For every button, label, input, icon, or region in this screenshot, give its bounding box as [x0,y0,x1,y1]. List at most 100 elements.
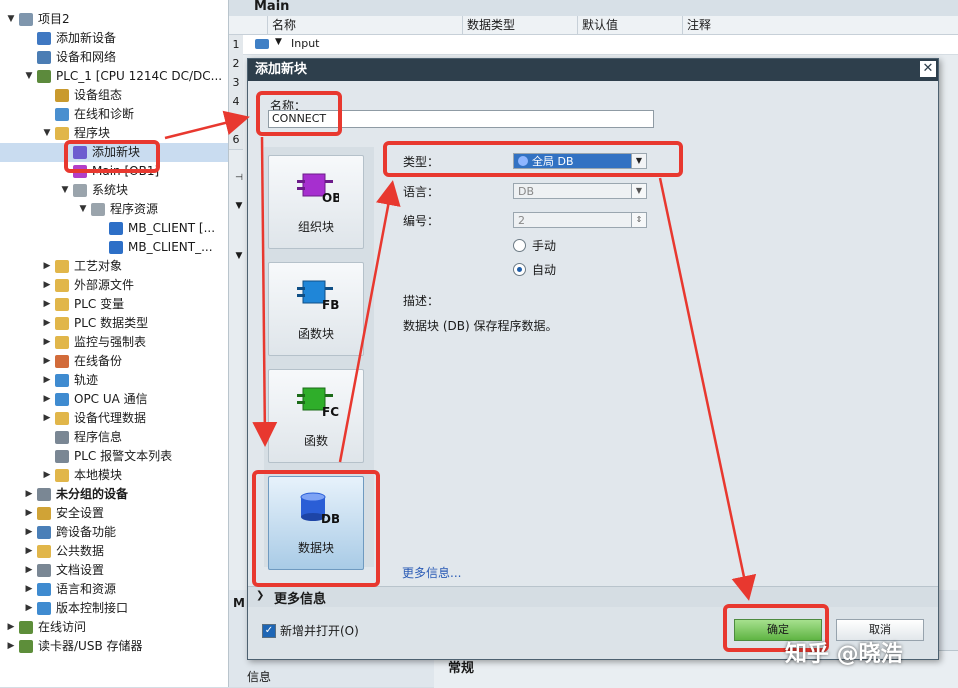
tree-toggle-icon[interactable]: ▶ [42,409,52,428]
column-header-datatype[interactable]: 数据类型 [462,16,582,34]
tree-item[interactable]: ▶ 未分组的设备 [0,485,228,504]
tree-item[interactable]: ▶ OPC UA 通信 [0,390,228,409]
chevron-down-icon[interactable]: ▼ [631,184,646,198]
tree-item-icon [55,450,69,463]
project-tree[interactable]: ▼ 项目2 添加新设备 设备和网络 ▼ PLC_1 [CPU 1214C DC/DC...… [0,0,229,687]
tree-item-icon [37,564,51,577]
expand-arrow-icon[interactable]: ▼ [229,246,249,266]
tree-item-label: 设备组态 [74,88,123,102]
tree-toggle-icon[interactable]: ▶ [42,352,52,371]
tree-item[interactable]: MB_CLIENT [... [0,219,228,238]
tree-item[interactable]: ▶ 工艺对象 [0,257,228,276]
tree-item[interactable]: ▶ 安全设置 [0,504,228,523]
tree-toggle-icon[interactable]: ▶ [24,542,34,561]
tree-item[interactable]: ▶ 文档设置 [0,561,228,580]
tree-toggle-icon[interactable]: ▶ [6,618,16,637]
expand-arrow-icon[interactable]: ▼ [229,196,249,216]
tree-item[interactable]: PLC 报警文本列表 [0,447,228,466]
tree-item-icon [55,374,69,387]
tree-item[interactable]: MB_CLIENT_... [0,238,228,257]
radio-auto[interactable]: 自动 [513,261,556,278]
close-icon[interactable]: ✕ [920,61,936,77]
tree-item[interactable]: ▶ 在线访问 [0,618,228,637]
table-row[interactable]: ▼ Input [243,35,958,55]
tree-toggle-icon[interactable]: ▶ [42,371,52,390]
tree-toggle-icon[interactable]: ▼ [42,124,52,143]
add-and-open-label[interactable]: 新增并打开(O) [280,622,359,639]
column-header-default[interactable]: 默认值 [577,16,687,34]
more-info-bar[interactable]: ❯ 更多信息 [248,586,938,608]
tree-toggle-icon[interactable]: ▼ [78,200,88,219]
column-header-name[interactable]: 名称 [267,16,467,34]
tree-toggle-icon[interactable]: ▼ [24,67,34,86]
tree-item[interactable]: ▶ PLC 变量 [0,295,228,314]
tree-toggle-icon[interactable]: ▶ [24,523,34,542]
tree-toggle-icon[interactable]: ▶ [24,561,34,580]
tree-toggle-icon[interactable]: ▶ [42,466,52,485]
add-and-open-checkbox[interactable]: ✓ [262,624,276,638]
tree-item[interactable]: ▶ 本地模块 [0,466,228,485]
description-text: 数据块 (DB) 保存程序数据。 [403,319,558,333]
tree-toggle-icon[interactable]: ▶ [42,276,52,295]
tree-item-icon [109,222,123,235]
tree-toggle-icon[interactable]: ▶ [24,580,34,599]
tree-toggle-icon[interactable]: ▶ [42,295,52,314]
tile-organization-block[interactable]: OB 组织块 [268,155,364,249]
column-header-comment[interactable]: 注释 [682,16,957,34]
tree-toggle-icon[interactable]: ▶ [24,599,34,618]
tree-item[interactable]: 添加新设备 [0,29,228,48]
tree-item[interactable]: ▶ 在线备份 [0,352,228,371]
tree-item-icon [55,317,69,330]
tree-item[interactable]: ▼ PLC_1 [CPU 1214C DC/DC... [0,67,228,86]
more-info-link[interactable]: 更多信息... [402,564,461,581]
ob-block-icon: OB [297,173,339,204]
tree-item[interactable]: ▼ 系统块 [0,181,228,200]
tree-item[interactable]: 设备和网络 [0,48,228,67]
tree-item[interactable]: ▶ 语言和资源 [0,580,228,599]
tree-item[interactable]: ▶ 外部源文件 [0,276,228,295]
tree-toggle-icon[interactable]: ▶ [42,257,52,276]
language-select[interactable]: DB ▼ [513,183,647,199]
tree-item[interactable]: ▼ 项目2 [0,10,228,29]
tree-toggle-icon[interactable]: ▶ [24,485,34,504]
tree-item[interactable]: ▶ PLC 数据类型 [0,314,228,333]
tree-item[interactable]: ▶ 设备代理数据 [0,409,228,428]
tree-item[interactable]: ▶ 跨设备功能 [0,523,228,542]
stepper-arrows-icon[interactable]: ⇕ [631,213,646,227]
tile-function[interactable]: FC 函数 [268,369,364,463]
language-label: 语言： [403,185,440,199]
tree-toggle-icon[interactable]: ▼ [6,10,16,29]
tree-toggle-icon[interactable]: ▶ [24,504,34,523]
tree-item-label: MB_CLIENT_... [128,240,213,254]
tree-item[interactable]: ▶ 监控与强制表 [0,333,228,352]
radio-button[interactable] [513,263,526,276]
tree-item[interactable]: ▼ 程序资源 [0,200,228,219]
tree-item[interactable]: 设备组态 [0,86,228,105]
tree-item[interactable]: 程序信息 [0,428,228,447]
collapse-arrow-icon[interactable]: ⊣ [229,166,249,190]
tree-item[interactable]: ▶ 版本控制接口 [0,599,228,618]
radio-button[interactable] [513,239,526,252]
inspector-tab[interactable]: M [233,596,245,610]
tree-toggle-icon[interactable]: ▶ [6,637,16,656]
tree-item[interactable]: ▶ 公共数据 [0,542,228,561]
tree-item[interactable]: ▶ 读卡器/USB 存储器 [0,637,228,656]
tree-toggle-icon[interactable]: ▶ [42,390,52,409]
number-stepper[interactable]: 2 ⇕ [513,212,647,228]
tree-toggle-icon[interactable]: ▶ [42,314,52,333]
tile-function-block[interactable]: FB 函数块 [268,262,364,356]
row-number: 6 [229,130,243,150]
tree-item[interactable]: 在线和诊断 [0,105,228,124]
expand-arrow-icon[interactable]: ▼ [275,37,282,47]
chevron-right-icon[interactable]: ❯ [256,590,264,601]
tree-item-label: MB_CLIENT [... [128,221,216,235]
tile-badge: FB [322,298,339,311]
tile-label: 组织块 [297,220,334,234]
radio-manual[interactable]: 手动 [513,237,556,254]
tree-toggle-icon[interactable]: ▼ [60,181,70,200]
tree-item-label: 程序信息 [74,430,123,444]
inspector-info-tab[interactable]: 信息 [247,668,271,685]
tree-toggle-icon[interactable]: ▶ [42,333,52,352]
description-label: 描述： [403,294,440,308]
tree-item[interactable]: ▶ 轨迹 [0,371,228,390]
